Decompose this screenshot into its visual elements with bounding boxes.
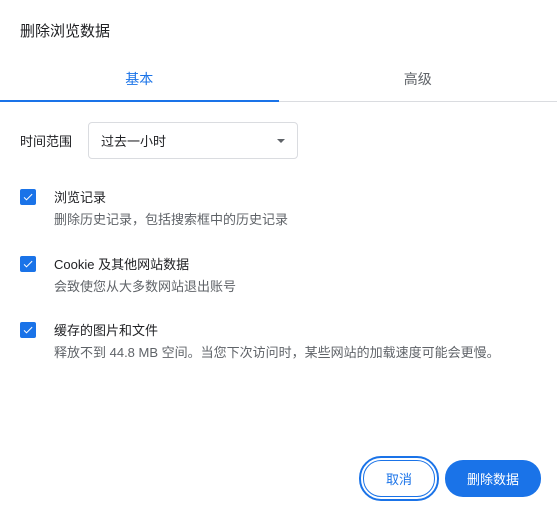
dialog-title: 删除浏览数据 — [0, 0, 557, 57]
confirm-button[interactable]: 删除数据 — [445, 460, 541, 497]
time-range-row: 时间范围 过去一小时 — [20, 122, 537, 159]
checkbox-browsing-history[interactable] — [20, 189, 36, 205]
cancel-button[interactable]: 取消 — [363, 460, 435, 497]
tab-advanced[interactable]: 高级 — [279, 57, 557, 101]
checkbox-cached-files[interactable] — [20, 322, 36, 338]
checkmark-icon — [22, 324, 34, 336]
checkbox-cookies[interactable] — [20, 256, 36, 272]
time-range-select-wrapper: 过去一小时 — [88, 122, 298, 159]
option-title: 缓存的图片和文件 — [54, 320, 537, 339]
option-description: 删除历史记录，包括搜索框中的历史记录 — [54, 210, 537, 230]
time-range-value: 过去一小时 — [101, 131, 166, 150]
option-description: 释放不到 44.8 MB 空间。当您下次访问时，某些网站的加载速度可能会更慢。 — [54, 343, 537, 363]
dialog-footer: 取消 删除数据 — [363, 460, 541, 497]
option-title: 浏览记录 — [54, 187, 537, 206]
chevron-down-icon — [277, 139, 285, 143]
option-description: 会致使您从大多数网站退出账号 — [54, 277, 537, 297]
option-browsing-history: 浏览记录 删除历史记录，包括搜索框中的历史记录 — [20, 187, 537, 230]
option-content: 缓存的图片和文件 释放不到 44.8 MB 空间。当您下次访问时，某些网站的加载… — [54, 320, 537, 363]
time-range-select[interactable]: 过去一小时 — [88, 122, 298, 159]
checkmark-icon — [22, 258, 34, 270]
tab-basic[interactable]: 基本 — [0, 57, 279, 101]
tabs-container: 基本 高级 — [0, 57, 557, 102]
checkmark-icon — [22, 191, 34, 203]
time-range-label: 时间范围 — [20, 131, 72, 150]
option-content: 浏览记录 删除历史记录，包括搜索框中的历史记录 — [54, 187, 537, 230]
option-cookies: Cookie 及其他网站数据 会致使您从大多数网站退出账号 — [20, 254, 537, 297]
option-content: Cookie 及其他网站数据 会致使您从大多数网站退出账号 — [54, 254, 537, 297]
option-title: Cookie 及其他网站数据 — [54, 254, 537, 273]
dialog-content: 时间范围 过去一小时 浏览记录 删除历史记录，包括搜索框中的历史记录 Cooki… — [0, 102, 557, 363]
option-cached-files: 缓存的图片和文件 释放不到 44.8 MB 空间。当您下次访问时，某些网站的加载… — [20, 320, 537, 363]
